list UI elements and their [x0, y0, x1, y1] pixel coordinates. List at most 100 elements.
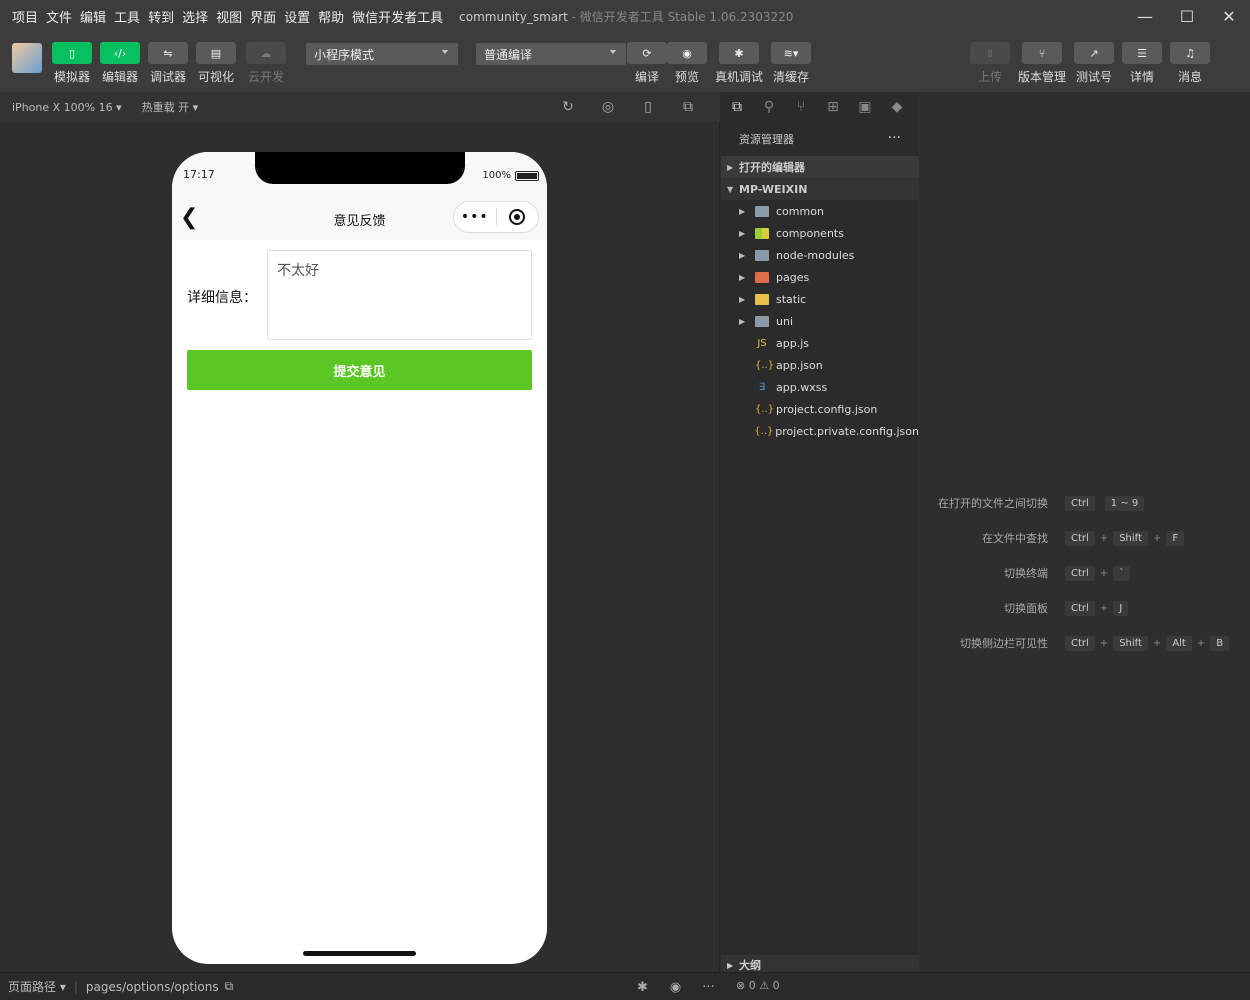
stop-icon[interactable]: ◎	[588, 99, 628, 115]
shortcut-label: 切换面板	[1004, 602, 1048, 615]
test-account-button[interactable]: ↗ 测试号	[1074, 42, 1114, 85]
close-miniprogram-button[interactable]	[496, 209, 538, 225]
open-editors-section[interactable]: ▶ 打开的编辑器	[721, 156, 919, 178]
problems-count[interactable]: ⊗ 0 ⚠ 0	[736, 979, 780, 992]
submit-feedback-button[interactable]: 提交意见	[187, 350, 532, 390]
folder-common[interactable]: ▶ common	[721, 200, 919, 222]
bug-icon[interactable]: ✱	[626, 980, 659, 995]
source-control-icon[interactable]: ⑂	[785, 99, 817, 115]
chevron-right-icon: ▶	[739, 206, 746, 216]
file-app-json[interactable]: {..} app.json	[721, 354, 919, 376]
storage-icon[interactable]: ▣	[849, 99, 881, 115]
editor-label: 编辑器	[101, 70, 138, 84]
file-label: app.json	[776, 358, 823, 372]
key: Ctrl	[1065, 635, 1095, 651]
key: F	[1166, 530, 1185, 546]
file-app-wxss[interactable]: ∃ app.wxss	[721, 376, 919, 398]
menu-interface[interactable]: 界面	[246, 7, 280, 26]
extensions-icon[interactable]: ⊞	[817, 99, 849, 115]
menu-goto[interactable]: 转到	[144, 7, 178, 26]
open-editors-label: 打开的编辑器	[739, 161, 805, 174]
maximize-button[interactable]: ☐	[1166, 0, 1208, 32]
battery-icon	[515, 170, 539, 181]
components-folder-icon	[755, 227, 769, 239]
simulator-toolbar: iPhone X 100% 16 ▾ 热重载 开 ▾ ↻ ◎ ▯ ⧉	[0, 92, 720, 122]
compile-button[interactable]: ⟳ 编译	[627, 42, 667, 85]
menu-edit[interactable]: 编辑	[76, 7, 110, 26]
folder-static[interactable]: ▶ static	[721, 288, 919, 310]
chevron-right-icon: ▶	[739, 228, 746, 238]
upload-icon: ⇧	[970, 42, 1010, 64]
file-label: app.wxss	[776, 380, 828, 394]
folder-uni[interactable]: ▶ uni	[721, 310, 919, 332]
folder-icon	[755, 315, 769, 327]
json-file-icon: {..}	[754, 425, 774, 437]
compile-label: 编译	[634, 70, 659, 84]
explorer-title: 资源管理器	[739, 133, 794, 146]
project-label: MP-WEIXIN	[739, 182, 808, 196]
debugger-toggle[interactable]: ⇋ 调试器	[148, 42, 188, 85]
close-button[interactable]: ✕	[1208, 0, 1250, 32]
search-icon[interactable]: ⚲	[753, 99, 785, 115]
menu-project[interactable]: 项目	[8, 7, 42, 26]
details-button[interactable]: ☰ 详情	[1122, 42, 1162, 85]
menu-select[interactable]: 选择	[178, 7, 212, 26]
simulator-area: 17:17 100% ❮ 意见反馈 ••• 详细信息： 不太好 提交意见	[0, 122, 720, 972]
activity-bar: ⧉ ⚲ ⑂ ⊞ ▣ ◆	[721, 92, 919, 122]
version-button[interactable]: ⑂ 版本管理	[1018, 42, 1066, 85]
clear-cache-button[interactable]: ≋▾ 清缓存	[771, 42, 811, 85]
device-icon[interactable]: ▯	[628, 99, 668, 115]
more-actions-icon[interactable]: ···	[888, 130, 901, 146]
visual-toggle[interactable]: ▤ 可视化	[196, 42, 236, 85]
minimize-button[interactable]: —	[1124, 0, 1166, 32]
file-project-private-config[interactable]: {..} project.private.config.json	[721, 420, 919, 442]
page-path-toggle[interactable]: 页面路径 ▾	[8, 978, 66, 995]
feedback-input[interactable]: 不太好	[267, 250, 532, 340]
popout-icon[interactable]: ⧉	[668, 99, 708, 115]
menu-help[interactable]: 帮助	[314, 7, 348, 26]
status-bar: 页面路径 ▾ | pages/options/options ⧉ ✱ ◉ ···…	[0, 972, 1250, 1000]
menu-file[interactable]: 文件	[42, 7, 76, 26]
page-path: pages/options/options	[85, 979, 219, 994]
messages-button[interactable]: ♫ 消息	[1170, 42, 1210, 85]
menu-devtools[interactable]: 微信开发者工具	[348, 7, 447, 26]
menu-view[interactable]: 视图	[212, 7, 246, 26]
status-time: 17:17	[183, 168, 215, 181]
key: Ctrl	[1065, 495, 1095, 511]
menu-tools[interactable]: 工具	[110, 7, 144, 26]
divider: |	[73, 979, 78, 994]
docker-icon[interactable]: ◆	[881, 99, 913, 115]
key: J	[1113, 600, 1129, 616]
more-icon[interactable]: •••	[454, 209, 496, 225]
shortcut-label: 切换侧边栏可见性	[960, 637, 1048, 650]
hot-reload-select[interactable]: 热重载 开 ▾	[142, 99, 199, 115]
key: Ctrl	[1065, 600, 1095, 616]
folder-pages[interactable]: ▶ pages	[721, 266, 919, 288]
folder-node-modules[interactable]: ▶ node-modules	[721, 244, 919, 266]
editor-toggle[interactable]: ‹/› 编辑器	[100, 42, 140, 85]
more-icon[interactable]: ···	[692, 980, 725, 995]
device-select[interactable]: iPhone X 100% 16 ▾	[12, 101, 122, 114]
real-debug-button[interactable]: ✱ 真机调试	[715, 42, 763, 85]
file-project-config[interactable]: {..} project.config.json	[721, 398, 919, 420]
key: Shift	[1113, 635, 1148, 651]
chevron-right-icon: ▶	[727, 162, 734, 172]
file-app-js[interactable]: JS app.js	[721, 332, 919, 354]
capsule-menu: •••	[453, 201, 539, 233]
explorer-icon[interactable]: ⧉	[721, 99, 753, 115]
preview-button[interactable]: ◉ 预览	[667, 42, 707, 85]
avatar[interactable]	[12, 43, 42, 73]
menu-settings[interactable]: 设置	[280, 7, 314, 26]
folder-components[interactable]: ▶ components	[721, 222, 919, 244]
rotate-icon[interactable]: ↻	[548, 99, 588, 115]
eye-icon[interactable]: ◉	[659, 980, 692, 995]
simulator-toggle[interactable]: ▯ 模拟器	[52, 42, 92, 85]
cloud-toggle[interactable]: ☁ 云开发	[246, 42, 286, 85]
copy-icon[interactable]: ⧉	[225, 979, 234, 994]
details-label: 详情	[1129, 70, 1154, 84]
compile-select[interactable]: 普通编译	[476, 43, 626, 65]
project-section[interactable]: ▼ MP-WEIXIN	[721, 178, 919, 200]
upload-button[interactable]: ⇧ 上传	[970, 42, 1010, 85]
sliders-icon: ⇋	[148, 42, 188, 64]
mode-select[interactable]: 小程序模式	[306, 43, 458, 65]
